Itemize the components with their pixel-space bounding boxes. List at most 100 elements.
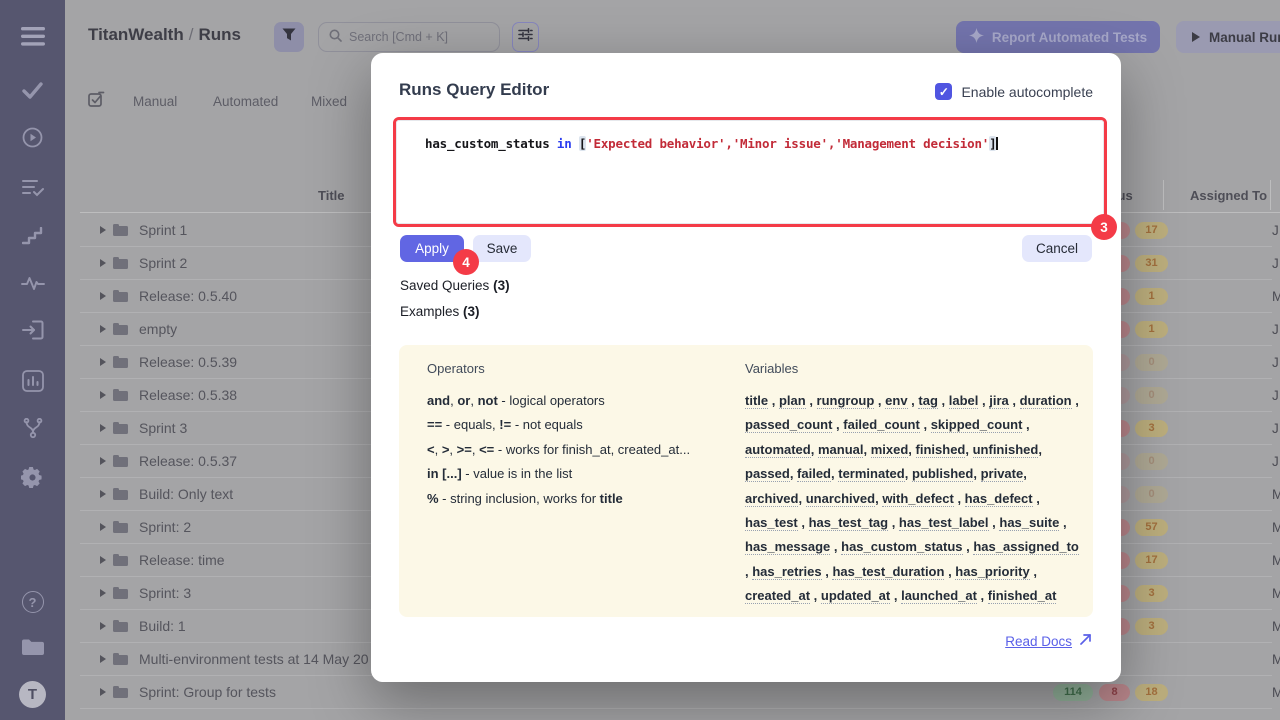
settings-gear-icon[interactable] (0, 466, 65, 489)
breadcrumb-separator: / (184, 25, 199, 44)
app-window: ? T TitanWealth/Runs Search [Cmd + K] Re… (0, 0, 1280, 720)
query-code: has_custom_status in ['Expected behavior… (425, 136, 998, 151)
variable-token: has_test_tag (809, 515, 888, 531)
chevron-right-icon[interactable] (100, 325, 106, 333)
skipped-count-badge: 0 (1135, 387, 1168, 404)
chevron-right-icon[interactable] (100, 391, 106, 399)
text-cursor (996, 137, 998, 150)
skipped-count-badge: 1 (1135, 288, 1168, 305)
search-input[interactable]: Search [Cmd + K] (318, 22, 500, 52)
skipped-count-badge: 17 (1135, 222, 1168, 239)
steps-icon[interactable] (0, 227, 65, 245)
folder-icon (113, 259, 128, 269)
variable-token: title (745, 393, 768, 409)
play-icon (1192, 32, 1200, 42)
folder-icon (113, 358, 128, 368)
manual-run-button[interactable]: Manual Run (1176, 21, 1280, 53)
runs-play-circle-icon[interactable] (0, 127, 65, 148)
examples-toggle[interactable]: Examples (3) (400, 304, 480, 319)
display-settings-button[interactable] (512, 22, 539, 52)
chevron-right-icon[interactable] (100, 424, 106, 432)
variable-token: private (981, 466, 1024, 482)
report-automated-tests-button[interactable]: Report Automated Tests (956, 21, 1160, 53)
assigned-to-initial: J (1272, 412, 1279, 445)
autocomplete-checkbox[interactable]: ✓ (935, 83, 952, 100)
skipped-count-badge: 3 (1135, 618, 1168, 635)
breadcrumb: TitanWealth/Runs (88, 25, 241, 45)
cancel-button[interactable]: Cancel (1022, 235, 1092, 262)
chevron-right-icon[interactable] (100, 655, 106, 663)
failed-count-badge: 8 (1099, 684, 1130, 701)
filter-button[interactable] (274, 22, 304, 52)
run-title: Build: Only text (139, 478, 233, 511)
hamburger-menu-icon[interactable] (0, 27, 65, 46)
chevron-right-icon[interactable] (100, 226, 106, 234)
variable-token: rungroup (817, 393, 875, 409)
variable-token: skipped_count (931, 417, 1023, 433)
chevron-right-icon[interactable] (100, 589, 106, 597)
projects-folder-icon[interactable] (0, 637, 65, 656)
chevron-right-icon[interactable] (100, 457, 106, 465)
profile-avatar[interactable]: T (0, 681, 65, 708)
variable-token: mixed (871, 442, 909, 458)
folder-icon (113, 622, 128, 632)
enable-autocomplete-control[interactable]: ✓ Enable autocomplete (935, 83, 1093, 100)
assigned-to-initial: M (1272, 676, 1280, 709)
variable-token: has_custom_status (841, 539, 962, 555)
branches-icon[interactable] (0, 418, 65, 440)
chevron-right-icon[interactable] (100, 259, 106, 267)
run-title: Sprint 1 (139, 214, 187, 247)
query-editor[interactable]: has_custom_status in ['Expected behavior… (396, 120, 1104, 224)
chevron-right-icon[interactable] (100, 622, 106, 630)
variable-token: with_defect (882, 491, 954, 507)
folder-icon (113, 589, 128, 599)
autocomplete-label: Enable autocomplete (961, 84, 1093, 100)
folder-icon (113, 292, 128, 302)
run-title: Sprint: Group for tests (139, 676, 276, 709)
chevron-right-icon[interactable] (100, 688, 106, 696)
chevron-right-icon[interactable] (100, 556, 106, 564)
report-button-label: Report Automated Tests (992, 30, 1147, 45)
skipped-count-badge: 18 (1135, 684, 1168, 701)
tab-manual[interactable]: Manual (133, 94, 177, 109)
chevron-right-icon[interactable] (100, 523, 106, 531)
variable-token: launched_at (901, 588, 977, 604)
run-title: empty (139, 313, 177, 346)
tests-check-icon[interactable] (0, 82, 65, 99)
saved-queries-toggle[interactable]: Saved Queries (3) (400, 278, 510, 293)
clipboard-check-icon[interactable] (88, 91, 105, 113)
bar-chart-icon[interactable] (0, 370, 65, 392)
chevron-right-icon[interactable] (100, 490, 106, 498)
breadcrumb-project[interactable]: TitanWealth (88, 25, 184, 44)
read-docs-link[interactable]: Read Docs (1005, 633, 1092, 649)
chevron-right-icon[interactable] (100, 292, 106, 300)
assigned-to-initial: J (1272, 247, 1279, 280)
plans-list-check-icon[interactable] (0, 179, 65, 197)
variable-token: has_test (745, 515, 798, 531)
variable-token: finished_at (988, 588, 1057, 604)
variable-token: has_suite (999, 515, 1059, 531)
assigned-to-initial: J (1272, 214, 1279, 247)
column-header-title: Title (318, 188, 345, 203)
variable-token: has_test_duration (832, 564, 944, 580)
column-divider (1163, 180, 1164, 210)
help-icon[interactable]: ? (0, 591, 65, 613)
operators-list: and, or, not - logical operators== - equ… (427, 389, 690, 511)
sliders-icon (518, 27, 533, 47)
tab-automated[interactable]: Automated (213, 94, 278, 109)
variable-token: tag (918, 393, 938, 409)
examples-count: (3) (463, 304, 480, 319)
variable-token: has_priority (955, 564, 1029, 580)
import-icon[interactable] (0, 320, 65, 340)
variable-token: updated_at (821, 588, 890, 604)
activity-pulse-icon[interactable] (0, 275, 65, 291)
folder-icon (113, 655, 128, 665)
avatar-letter: T (19, 681, 46, 708)
breadcrumb-page[interactable]: Runs (198, 25, 241, 44)
variable-token: has_defect (965, 491, 1033, 507)
tab-mixed[interactable]: Mixed (311, 94, 347, 109)
save-button[interactable]: Save (473, 235, 531, 262)
run-title: Build: 1 (139, 610, 186, 643)
skipped-count-badge: 17 (1135, 552, 1168, 569)
chevron-right-icon[interactable] (100, 358, 106, 366)
